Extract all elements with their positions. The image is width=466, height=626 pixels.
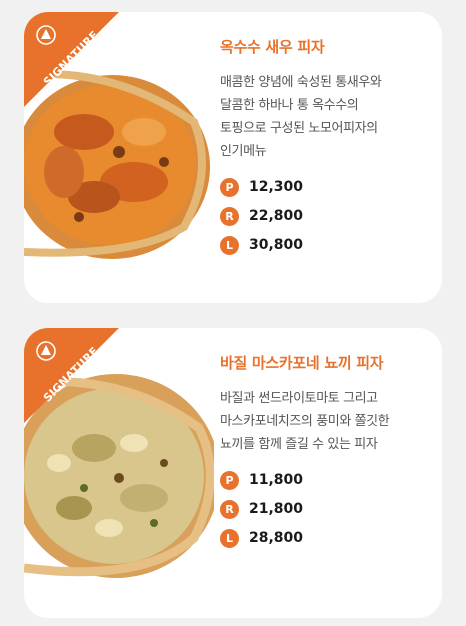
menu-card-corn-shrimp-pizza[interactable]: SIGNATURE 옥수수 새우 피자 매콤한 양념에 숙성된 통새우와 달콤한… bbox=[24, 12, 442, 303]
signature-ribbon bbox=[24, 12, 124, 112]
price-value: 21,800 bbox=[249, 501, 304, 517]
price-value: 22,800 bbox=[249, 208, 304, 224]
description-line: 달콤한 하바나 통 옥수수의 bbox=[220, 98, 359, 113]
size-badge-icon: L bbox=[220, 235, 239, 255]
price-value: 12,300 bbox=[249, 179, 304, 195]
price-row-p: P 11,800 bbox=[220, 470, 430, 490]
price-row-r: R 21,800 bbox=[220, 499, 430, 519]
description-line: 토핑으로 구성된 노모어피자의 bbox=[220, 121, 378, 136]
price-row-l: L 28,800 bbox=[220, 528, 430, 548]
signature-ribbon bbox=[24, 328, 124, 428]
pizza-description: 매콤한 양념에 숙성된 통새우와 달콤한 하바나 통 옥수수의 토핑으로 구성된… bbox=[220, 71, 430, 163]
pizza-title: 옥수수 새우 피자 bbox=[220, 38, 325, 56]
description-line: 매콤한 양념에 숙성된 통새우와 bbox=[220, 75, 382, 90]
price-list: P 12,300 R 22,800 L 30,800 bbox=[220, 177, 430, 255]
price-value: 28,800 bbox=[249, 530, 304, 546]
size-badge-icon: P bbox=[220, 470, 239, 490]
description-line: 바질과 썬드라이토마토 그리고 bbox=[220, 391, 378, 406]
menu-card-basil-gnocchi-pizza[interactable]: SIGNATURE 바질 마스카포네 뇨끼 피자 바질과 썬드라이토마토 그리고… bbox=[24, 328, 442, 618]
size-badge-icon: R bbox=[220, 206, 239, 226]
price-value: 11,800 bbox=[249, 472, 304, 488]
size-badge-icon: R bbox=[220, 499, 239, 519]
price-row-l: L 30,800 bbox=[220, 235, 430, 255]
price-list: P 11,800 R 21,800 L 28,800 bbox=[220, 470, 430, 548]
pizza-description: 바질과 썬드라이토마토 그리고 마스카포네치즈의 풍미와 쫄깃한 뇨끼를 함께 … bbox=[220, 387, 430, 456]
description-line: 인기메뉴 bbox=[220, 144, 267, 159]
price-row-p: P 12,300 bbox=[220, 177, 430, 197]
price-row-r: R 22,800 bbox=[220, 206, 430, 226]
description-line: 뇨끼를 함께 즐길 수 있는 피자 bbox=[220, 437, 378, 452]
size-badge-icon: L bbox=[220, 528, 239, 548]
size-badge-icon: P bbox=[220, 177, 239, 197]
description-line: 마스카포네치즈의 풍미와 쫄깃한 bbox=[220, 414, 390, 429]
pizza-title: 바질 마스카포네 뇨끼 피자 bbox=[220, 354, 384, 372]
price-value: 30,800 bbox=[249, 237, 304, 253]
